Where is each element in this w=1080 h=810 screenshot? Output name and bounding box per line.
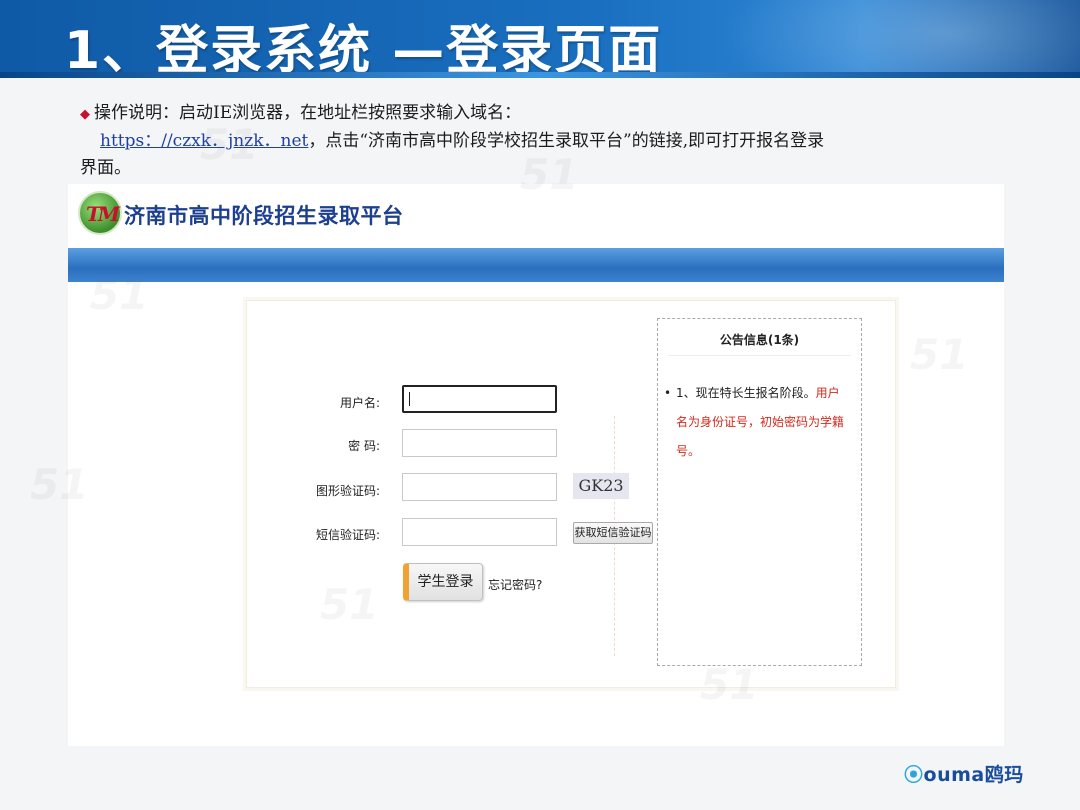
brand-cn: 鸥玛 <box>984 764 1024 786</box>
site-logo-icon: TM <box>78 191 122 235</box>
notice-item-text: 1、现在特长生报名阶段。 <box>676 386 816 400</box>
instructions: ◆ 操作说明：启动IE浏览器，在地址栏按照要求输入域名： https：//czxk… <box>80 100 1020 182</box>
ouma-logo-icon: ⦿ <box>904 764 924 786</box>
site-name: 济南市高中阶段招生录取平台 <box>124 204 404 228</box>
notice-title: 公告信息(1条) <box>719 333 800 347</box>
ouma-logo: ⦿ouma鸥玛 <box>904 760 1024 787</box>
site-header: TM 济南市高中阶段招生录取平台 <box>68 184 1004 248</box>
brand-text: ouma <box>923 764 985 786</box>
instruction-text-1: 操作说明：启动IE浏览器，在地址栏按照要求输入域名： <box>94 103 522 123</box>
forgot-password-link[interactable]: 忘记密码? <box>488 576 542 593</box>
notice-panel: 公告信息(1条) • 1、现在特长生报名阶段。用户名为身份证号，初始密码为学籍号。 <box>657 318 862 666</box>
instruction-line-2: https：//czxk．jnzk．net，点击“济南市高中阶段学校招生录取平台… <box>80 128 1020 155</box>
captcha-image[interactable]: GK23 <box>573 473 629 499</box>
username-label: 用户名: <box>339 396 380 410</box>
sms-code-input[interactable] <box>402 518 557 546</box>
notice-item: • 1、现在特长生报名阶段。用户名为身份证号，初始密码为学籍号。 <box>664 379 851 466</box>
slide-header: 1、登录系统 —登录页面 <box>0 0 1080 78</box>
instruction-line-1: ◆ 操作说明：启动IE浏览器，在地址栏按照要求输入域名： <box>80 100 1020 128</box>
login-page-screenshot: TM 济南市高中阶段招生录取平台 用户名: 密 码: 图形验证码: GK23 短… <box>68 184 1004 746</box>
captcha-input[interactable] <box>402 473 557 501</box>
instruction-text-2: ，点击“济南市高中阶段学校招生录取平台”的链接,即可打开报名登录 <box>308 131 825 151</box>
username-input[interactable] <box>402 385 557 413</box>
password-label: 密 码: <box>348 439 380 453</box>
text-caret <box>409 392 410 406</box>
captcha-label: 图形验证码: <box>315 484 380 498</box>
site-banner <box>68 248 1004 282</box>
get-sms-code-button[interactable]: 获取短信验证码 <box>573 522 653 544</box>
instruction-line-3: 界面。 <box>80 158 131 178</box>
password-input[interactable] <box>402 429 557 457</box>
bullet-diamond-icon: ◆ <box>80 107 90 122</box>
bullet-dot-icon: • <box>664 386 672 400</box>
notice-separator <box>668 355 851 356</box>
sms-code-label: 短信验证码: <box>315 528 380 542</box>
slide-title: 1、登录系统 —登录页面 <box>64 21 663 78</box>
student-login-button[interactable]: 学生登录 <box>403 563 483 601</box>
url-link[interactable]: https：//czxk．jnzk．net <box>100 131 308 151</box>
